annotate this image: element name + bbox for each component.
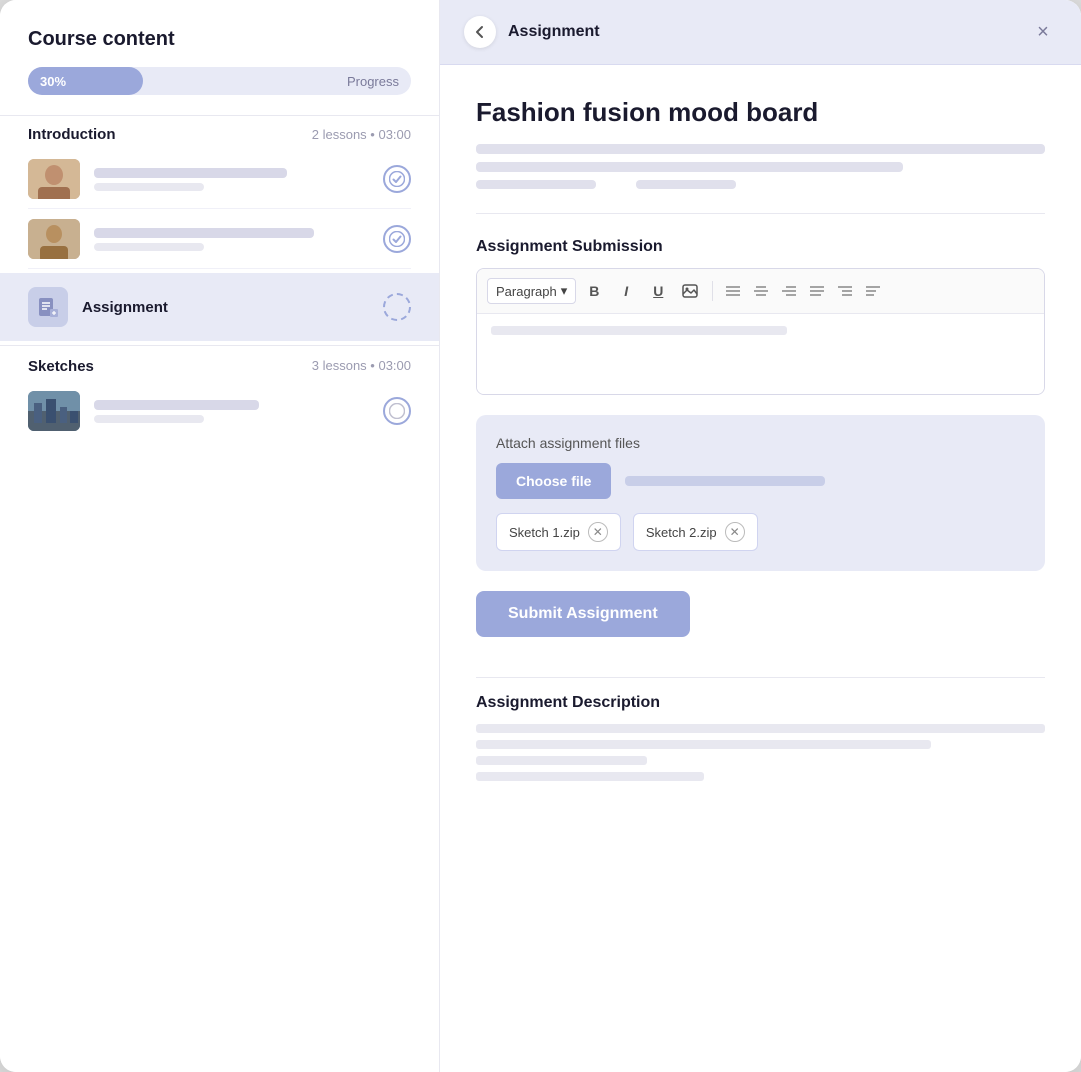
section-meta-sketches: 3 lessons • 03:00 [312,358,411,375]
desc-line-1 [476,724,1045,733]
file-remove-button[interactable]: ✕ [725,522,745,542]
toolbar-align-justify-btn[interactable] [805,279,829,303]
file-input-placeholder [625,476,825,486]
submit-assignment-button[interactable]: Submit Assignment [476,591,690,637]
attach-files-box: Attach assignment files Choose file Sket… [476,415,1045,571]
check-icon-completed [383,225,411,253]
toolbar-underline-btn[interactable]: U [644,277,672,305]
assignment-icon [28,287,68,327]
panel-header-left: Assignment [464,16,600,48]
submission-section-title: Assignment Submission [476,238,1045,256]
desc-placeholder-3 [476,180,596,189]
attached-files: Sketch 1.zip ✕ Sketch 2.zip ✕ [496,513,1025,551]
lesson-info [94,400,369,423]
toolbar-list-btn[interactable] [721,279,745,303]
lesson-title-placeholder [94,168,287,178]
check-icon-incomplete [383,397,411,425]
panel-header: Assignment × [440,0,1081,65]
desc-line-4 [476,772,704,781]
check-icon-completed [383,165,411,193]
editor-placeholder [491,326,787,335]
description-section: Assignment Description [476,694,1045,781]
app-container: Course content 30% Progress Introduction… [0,0,1081,1072]
toolbar-italic-btn[interactable]: I [612,277,640,305]
section-name-introduction: Introduction [28,126,115,143]
lesson-title-placeholder [94,400,259,410]
list-item[interactable] [0,209,439,269]
lesson-sub-placeholder [94,183,204,191]
lesson-info [94,228,369,251]
toolbar-image-btn[interactable] [676,277,704,305]
separator [476,213,1045,214]
lesson-thumbnail [28,219,80,259]
assignment-main-title: Fashion fusion mood board [476,97,1045,128]
file-name: Sketch 1.zip [509,525,580,540]
sidebar: Course content 30% Progress Introduction… [0,0,440,1072]
toolbar-paragraph-dropdown[interactable]: Paragraph ▾ [487,278,576,304]
progress-percent: 30% [40,74,66,89]
toolbar-align-center-btn[interactable] [749,279,773,303]
right-panel: Assignment × Fashion fusion mood board A… [440,0,1081,1072]
desc-line-2 [476,740,931,749]
section-name-sketches: Sketches [28,358,94,375]
lesson-thumbnail [28,159,80,199]
choose-file-button[interactable]: Choose file [496,463,611,499]
panel-content: Fashion fusion mood board Assignment Sub… [440,65,1081,820]
description-title: Assignment Description [476,694,1045,712]
file-tag: Sketch 2.zip ✕ [633,513,758,551]
toolbar-outdent-btn[interactable] [861,279,885,303]
toolbar-indent-btn[interactable] [833,279,857,303]
toolbar-separator [712,281,713,301]
list-item[interactable] [0,149,439,209]
editor-toolbar: Paragraph ▾ B I U [477,269,1044,314]
assignment-check-circle [383,293,411,321]
main-layout: Course content 30% Progress Introduction… [0,0,1081,1072]
lesson-info [94,168,369,191]
lesson-sub-placeholder [94,415,204,423]
toolbar-paragraph-label: Paragraph [496,284,557,299]
desc-placeholder-1 [476,144,1045,154]
section-header-sketches: Sketches 3 lessons • 03:00 [0,346,439,381]
toolbar-align-right-btn[interactable] [777,279,801,303]
progress-bar-container: 30% Progress [28,67,411,95]
file-tag: Sketch 1.zip ✕ [496,513,621,551]
close-button[interactable]: × [1029,18,1057,46]
file-remove-button[interactable]: ✕ [588,522,608,542]
sidebar-title: Course content [0,0,439,67]
panel-title: Assignment [508,23,600,41]
attach-label: Attach assignment files [496,435,1025,451]
back-button[interactable] [464,16,496,48]
assignment-item-title: Assignment [82,299,369,316]
separator [476,677,1045,678]
progress-text: Progress [347,74,399,89]
lesson-thumbnail [28,391,80,431]
desc-line-3 [476,756,647,765]
list-item[interactable] [0,381,439,441]
section-meta-introduction: 2 lessons • 03:00 [312,127,411,142]
toolbar-dropdown-arrow: ▾ [561,283,568,299]
lesson-sub-placeholder [94,243,204,251]
desc-placeholder-2 [476,162,903,172]
file-name: Sketch 2.zip [646,525,717,540]
lesson-title-placeholder [94,228,314,238]
choose-file-row: Choose file [496,463,1025,499]
desc-placeholder-4 [636,180,736,189]
editor-container: Paragraph ▾ B I U [476,268,1045,395]
editor-body[interactable] [477,314,1044,394]
toolbar-bold-btn[interactable]: B [580,277,608,305]
section-header-introduction: Introduction 2 lessons • 03:00 [0,116,439,149]
assignment-item[interactable]: Assignment [0,273,439,341]
